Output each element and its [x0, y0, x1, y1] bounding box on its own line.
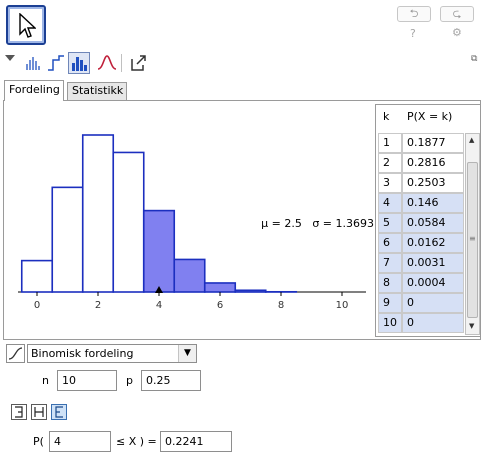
n-input[interactable]: 10	[57, 370, 117, 391]
table-cell-probability[interactable]: 0	[402, 313, 464, 333]
table-cell-k: 2	[378, 153, 402, 173]
p-input[interactable]: 0.25	[141, 370, 201, 391]
undock-icon[interactable]: ⧉	[471, 54, 477, 64]
table-cell-k: 4	[378, 193, 402, 213]
table-header-prob: P(X = k)	[402, 107, 464, 127]
table-cell-k: 8	[378, 273, 402, 293]
mean-label: μ = 2.5	[261, 217, 302, 230]
table-cell-probability[interactable]: 0.0162	[402, 233, 464, 253]
undo-icon: ⮌	[409, 7, 419, 20]
table-cell-k: 7	[378, 253, 402, 273]
histogram-bar	[234, 289, 267, 293]
distribution-histogram: 0 2 4 6 8 10	[18, 134, 366, 311]
normal-overlay-button[interactable]	[96, 52, 118, 74]
x-tick-label: 6	[217, 300, 223, 311]
divider	[121, 54, 122, 72]
n-label: n	[42, 374, 49, 387]
x-tick-label: 0	[34, 300, 40, 311]
scroll-down-icon[interactable]: ▼	[469, 322, 474, 330]
table-cell-probability[interactable]: 0.146	[402, 193, 464, 213]
histogram-bar	[173, 258, 206, 293]
cursor-arrow-icon	[19, 13, 36, 38]
left-bracket-icon	[15, 406, 23, 418]
x-tick-label: 8	[278, 300, 284, 311]
histogram-bar	[203, 282, 237, 293]
cumulative-curve-icon	[8, 347, 23, 360]
sd-label: σ = 1.3693	[312, 217, 374, 230]
step-graph-icon	[48, 55, 64, 71]
interval-button[interactable]	[31, 404, 47, 420]
normal-curve-icon	[97, 55, 117, 70]
x-tick-label: 2	[95, 300, 101, 311]
redo-button[interactable]: ⮎	[440, 6, 474, 22]
export-icon	[131, 55, 146, 71]
distribution-select[interactable]: Binomisk fordeling ▼	[27, 344, 197, 363]
chevron-down-icon: ▼	[178, 345, 196, 362]
k-input[interactable]: 4	[49, 431, 111, 452]
settings-gear-icon[interactable]: ⚙	[452, 26, 462, 39]
table-header-k: k	[378, 107, 402, 127]
redo-icon: ⮎	[452, 7, 462, 20]
table-cell-k: 6	[378, 233, 402, 253]
table-cell-probability[interactable]: 0.0004	[402, 273, 464, 293]
table-cell-probability[interactable]: 0.2503	[402, 173, 464, 193]
table-cell-k: 3	[378, 173, 402, 193]
undo-button[interactable]: ⮌	[397, 6, 431, 22]
distribution-select-value: Binomisk fordeling	[31, 347, 134, 360]
prob-prefix-label: P(	[33, 435, 44, 448]
probability-result-field[interactable]: 0.2241	[160, 431, 232, 452]
left-sided-button[interactable]	[11, 404, 27, 420]
table-cell-k: 5	[378, 213, 402, 233]
move-tool-button[interactable]	[6, 5, 46, 45]
cumulative-toggle-button[interactable]	[6, 344, 25, 363]
stylebar-toggle-icon[interactable]	[5, 55, 15, 61]
table-cell-probability[interactable]: 0	[402, 293, 464, 313]
histogram-button[interactable]	[68, 52, 90, 74]
x-tick-label: 10	[336, 300, 349, 311]
export-button[interactable]	[128, 52, 150, 74]
table-cell-k: 10	[378, 313, 402, 333]
line-graph-button[interactable]	[22, 52, 44, 74]
scroll-up-icon[interactable]: ▲	[469, 136, 474, 144]
table-cell-k: 9	[378, 293, 402, 313]
table-cell-k: 1	[378, 133, 402, 153]
prob-relation-label: ≤ X ) =	[116, 435, 157, 448]
right-bracket-icon	[55, 406, 63, 418]
histogram-bar	[20, 259, 54, 293]
histogram-bar	[51, 186, 84, 293]
table-scrollbar[interactable]: ▲ ≡ ▼	[465, 133, 480, 335]
histogram-icon	[72, 57, 87, 71]
tab-statistikk[interactable]: Statistikk	[67, 82, 127, 100]
x-tick-label: 4	[156, 300, 162, 311]
histogram-bar	[81, 134, 115, 293]
stats-readout: μ = 2.5 σ = 1.3693	[261, 217, 374, 230]
style-bar: ⧉	[0, 50, 484, 76]
step-graph-button[interactable]	[45, 52, 67, 74]
histogram-bar	[142, 209, 176, 293]
histogram-bar	[112, 151, 145, 293]
tab-fordeling[interactable]: Fordeling	[4, 80, 64, 101]
main-toolbar: ⮌ ⮎ ? ⚙	[0, 0, 484, 48]
table-cell-probability[interactable]: 0.0031	[402, 253, 464, 273]
help-button[interactable]: ?	[410, 27, 416, 40]
interval-bracket-icon	[34, 407, 44, 417]
grip-icon: ≡	[469, 234, 476, 243]
right-sided-button[interactable]	[51, 404, 67, 420]
p-label: p	[126, 374, 133, 387]
table-cell-probability[interactable]: 0.0584	[402, 213, 464, 233]
table-cell-probability[interactable]: 0.1877	[402, 133, 464, 153]
line-graph-icon	[26, 57, 40, 70]
table-cell-probability[interactable]: 0.2816	[402, 153, 464, 173]
